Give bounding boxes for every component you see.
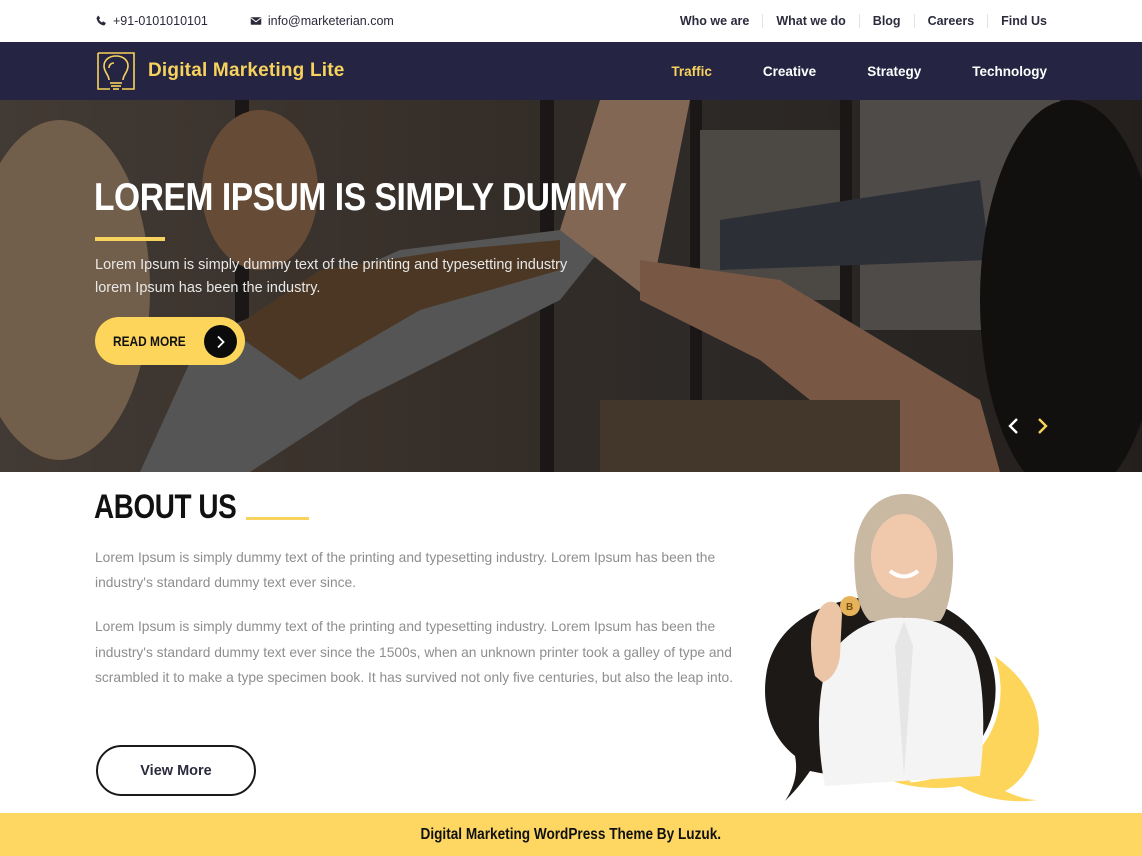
top-link-what-we-do[interactable]: What we do (762, 14, 858, 28)
svg-text:B: B (846, 602, 853, 613)
site-logo[interactable]: Digital Marketing Lite (95, 50, 345, 92)
read-more-button[interactable]: READ MORE (95, 317, 245, 365)
slider-controls (1006, 416, 1062, 436)
phone-contact[interactable]: +91-0101010101 (95, 14, 208, 28)
email-address: info@marketerian.com (267, 14, 394, 28)
lightbulb-logo-icon (97, 52, 135, 90)
read-more-label: READ MORE (113, 333, 186, 349)
about-paragraph-1: Lorem Ipsum is simply dummy text of the … (95, 550, 716, 590)
top-link-who-we-are[interactable]: Who we are (667, 14, 762, 28)
top-link-blog[interactable]: Blog (858, 14, 914, 28)
chevron-right-icon (216, 335, 225, 348)
slider-prev-arrow-icon[interactable] (1006, 416, 1022, 436)
about-image: B (765, 494, 1039, 802)
hero-slider: LOREM IPSUM IS SIMPLY DUMMY Lorem Ipsum … (0, 100, 1142, 472)
contact-info: +91-0101010101 info@marketerian.com (95, 0, 436, 42)
top-link-careers[interactable]: Careers (913, 14, 988, 28)
nav-item-strategy[interactable]: Strategy (867, 64, 921, 79)
footer: Digital Marketing WordPress Theme By Luz… (0, 813, 1142, 856)
about-title-line (246, 517, 309, 520)
email-contact[interactable]: info@marketerian.com (250, 14, 394, 28)
hero-title: LOREM IPSUM IS SIMPLY DUMMY (94, 176, 627, 219)
arrow-circle (204, 325, 237, 358)
hero-title-underline (95, 237, 165, 241)
hero-description: Lorem Ipsum is simply dummy text of the … (95, 257, 568, 296)
brand-name: Digital Marketing Lite (148, 60, 345, 81)
footer-credit[interactable]: Digital Marketing WordPress Theme By Luz… (421, 826, 722, 844)
slider-next-arrow-icon[interactable] (1034, 416, 1050, 436)
top-link-find-us[interactable]: Find Us (987, 14, 1047, 28)
about-paragraph-2: Lorem Ipsum is simply dummy text of the … (95, 619, 734, 685)
top-bar: +91-0101010101 info@marketerian.com Who … (0, 0, 1142, 42)
nav-item-technology[interactable]: Technology (972, 64, 1047, 79)
main-navbar: Digital Marketing Lite Traffic Creative … (0, 42, 1142, 100)
top-links: Who we are What we do Blog Careers Find … (667, 0, 1047, 42)
phone-number: +91-0101010101 (113, 14, 208, 28)
envelope-icon (250, 17, 262, 25)
view-more-button[interactable]: View More (96, 745, 256, 796)
nav-item-creative[interactable]: Creative (763, 64, 816, 79)
nav-item-traffic[interactable]: Traffic (671, 64, 712, 79)
about-title: ABOUT US (94, 488, 237, 526)
main-nav: Traffic Creative Strategy Technology (620, 42, 1047, 100)
phone-icon (96, 15, 106, 26)
